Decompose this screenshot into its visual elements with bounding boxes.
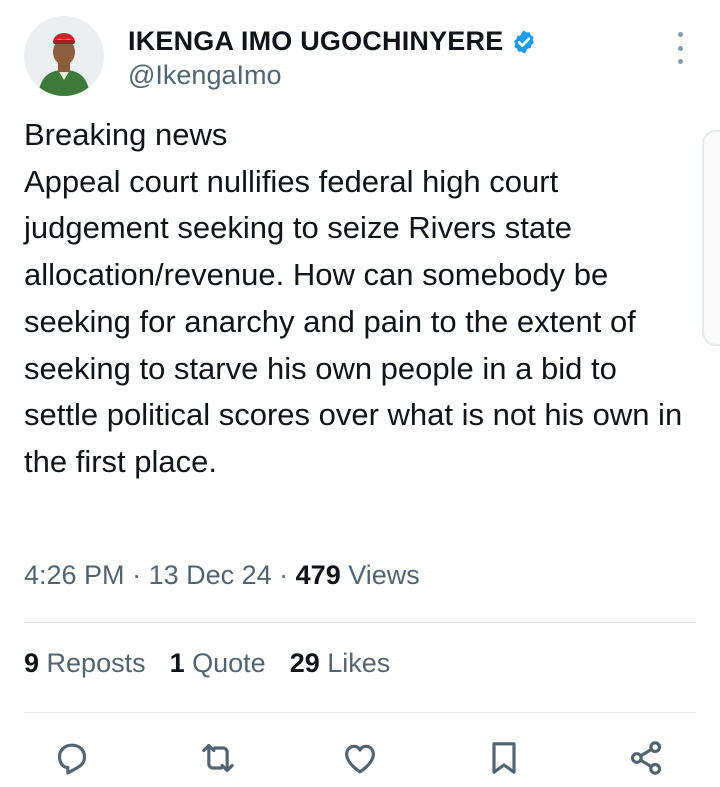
reply-button[interactable] bbox=[48, 734, 96, 782]
tweet-header: IKENGA IMO UGOCHINYERE @IkengaImo bbox=[24, 16, 696, 96]
share-button[interactable] bbox=[622, 734, 670, 782]
likes-label: Likes bbox=[319, 648, 391, 678]
user-handle[interactable]: @IkengaImo bbox=[128, 60, 281, 91]
meta-separator: · bbox=[124, 560, 149, 590]
views-label: Views bbox=[340, 560, 420, 590]
side-panel-handle[interactable] bbox=[702, 130, 720, 346]
action-bar bbox=[24, 734, 696, 784]
engagement-stats: 9 Reposts 1 Quote 29 Likes bbox=[24, 648, 390, 679]
reposts-count: 9 bbox=[24, 648, 40, 678]
views-count: 479 bbox=[295, 560, 341, 590]
quotes-label: Quote bbox=[184, 648, 266, 678]
quotes-stat[interactable]: 1 Quote bbox=[170, 648, 266, 679]
avatar[interactable] bbox=[24, 16, 104, 96]
profile-photo bbox=[24, 16, 104, 96]
reposts-label: Reposts bbox=[39, 648, 146, 678]
like-button[interactable] bbox=[336, 734, 384, 782]
tweet-line-heading: Breaking news bbox=[24, 117, 228, 152]
more-options-button[interactable] bbox=[672, 32, 688, 64]
verified-badge-icon bbox=[514, 30, 535, 53]
quotes-count: 1 bbox=[169, 648, 185, 678]
divider bbox=[24, 622, 696, 623]
more-dot-icon bbox=[677, 45, 683, 51]
name-row: IKENGA IMO UGOCHINYERE bbox=[128, 26, 537, 57]
divider bbox=[24, 712, 696, 713]
repost-button[interactable] bbox=[194, 734, 242, 782]
repost-icon bbox=[202, 743, 234, 773]
tweet-line-body: Appeal court nullifies federal high cour… bbox=[24, 163, 683, 479]
likes-stat[interactable]: 29 Likes bbox=[290, 648, 391, 679]
likes-count: 29 bbox=[289, 648, 320, 678]
like-icon bbox=[345, 744, 375, 774]
display-name[interactable]: IKENGA IMO UGOCHINYERE bbox=[128, 26, 503, 57]
bookmark-icon bbox=[492, 742, 516, 774]
more-dot-icon bbox=[677, 59, 683, 64]
reply-icon bbox=[57, 743, 87, 775]
reposts-stat[interactable]: 9 Reposts bbox=[24, 648, 146, 679]
share-icon bbox=[630, 741, 662, 775]
tweet-time[interactable]: 4:26 PM bbox=[24, 560, 125, 590]
tweet-date[interactable]: 13 Dec 24 bbox=[149, 560, 272, 590]
more-dot-icon bbox=[677, 32, 683, 37]
meta-separator: · bbox=[271, 560, 296, 590]
tweet-body: Breaking news Appeal court nullifies fed… bbox=[24, 112, 696, 486]
bookmark-button[interactable] bbox=[480, 734, 528, 782]
tweet-metadata: 4:26 PM · 13 Dec 24 · 479 Views bbox=[24, 560, 420, 591]
